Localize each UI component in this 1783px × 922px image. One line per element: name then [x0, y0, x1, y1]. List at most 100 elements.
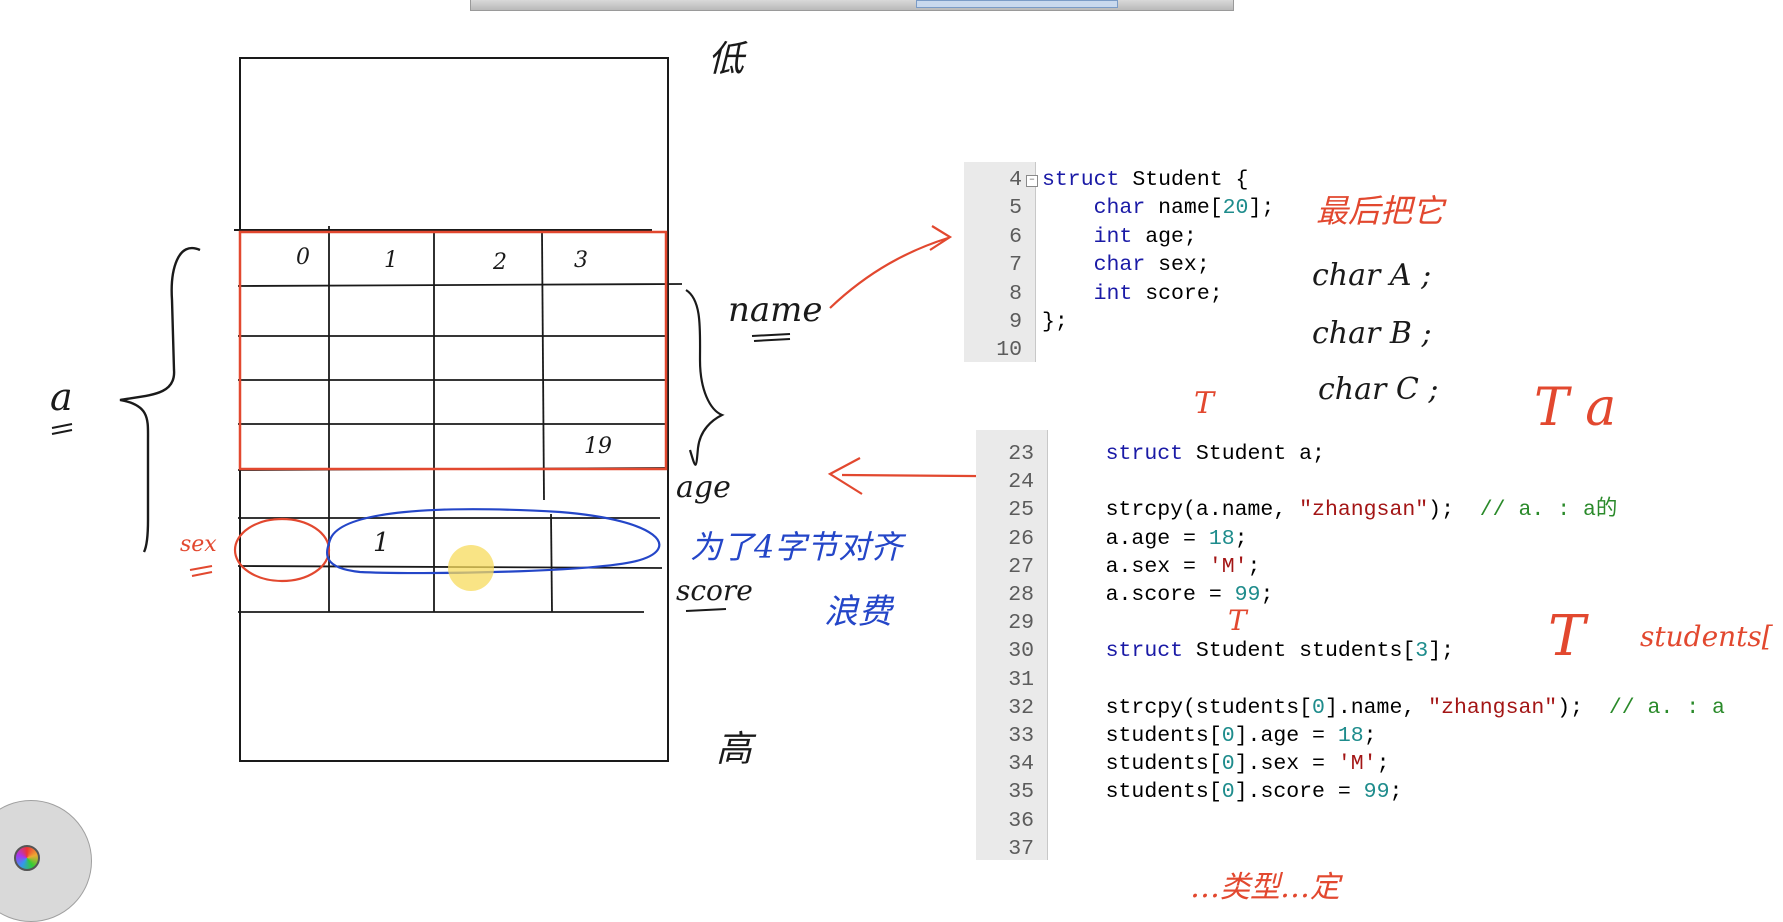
cursor-highlight — [448, 545, 494, 591]
code-text: int age; — [1042, 223, 1197, 251]
code-token: ); — [1557, 695, 1609, 720]
code-token: 0 — [1312, 695, 1325, 720]
code-token: 0 — [1221, 752, 1235, 777]
line-number: 23 — [1008, 442, 1034, 466]
byte-index-2: 2 — [493, 250, 507, 275]
code-token: ; — [1260, 583, 1274, 607]
waste-note: 浪费 — [824, 592, 892, 632]
code-token: ); — [1428, 498, 1480, 523]
bottom-address-label: 高 — [716, 729, 753, 770]
code-token: 0 — [1221, 724, 1235, 748]
byte-index-1: 1 — [384, 248, 398, 273]
code-token: 0 — [1221, 780, 1235, 805]
code-token: students[ — [1054, 752, 1222, 777]
line-number: 29 — [1008, 611, 1034, 636]
code-token: char — [1093, 253, 1146, 278]
code-text: strcpy(a.name, "zhangsan"); // a. : a的 — [1054, 496, 1618, 524]
code-token: a.sex = — [1054, 554, 1209, 579]
line-number: 26 — [1008, 526, 1034, 551]
students-note: students[ — [1640, 620, 1773, 653]
code-token: struct — [1105, 639, 1184, 664]
code-token: ].score = — [1234, 780, 1364, 805]
code-token: name[ — [1145, 196, 1223, 221]
code-token: ; — [1234, 526, 1248, 551]
char-a-note: char A ; — [1312, 258, 1432, 293]
line-number: 37 — [1008, 836, 1034, 861]
byte-index-19: 19 — [584, 434, 612, 459]
code-token: struct — [1105, 442, 1184, 466]
code-token: ]; — [1248, 196, 1275, 221]
code-token: students[ — [1054, 724, 1222, 748]
best-note: 最后把它 — [1316, 192, 1445, 230]
line-number: 9 — [1009, 310, 1022, 334]
score-field-label: score — [676, 574, 753, 607]
line-number: 31 — [1008, 667, 1034, 692]
fold-toggle-icon[interactable]: − — [1026, 175, 1038, 187]
sex-cell-value: 1 — [373, 528, 390, 558]
sex-field-label: sex — [180, 532, 217, 557]
code-token: ]; — [1428, 639, 1454, 664]
code-text: strcpy(students[0].name, "zhangsan"); //… — [1054, 694, 1725, 722]
code-token: struct — [1042, 168, 1120, 192]
memory-outer-rect — [239, 57, 669, 762]
code-token: ; — [1389, 780, 1403, 805]
code-token: ; — [1363, 724, 1377, 748]
alignment-note: 为了4字节对齐 — [690, 528, 903, 566]
code-token: int — [1093, 224, 1133, 249]
line-number: 35 — [1008, 780, 1034, 805]
line-number: 33 — [1008, 724, 1034, 748]
bottom-note: …类型…定 — [1190, 870, 1340, 905]
code-token: Student a; — [1183, 442, 1325, 466]
line-number: 7 — [1009, 253, 1022, 278]
code-token: 99 — [1363, 780, 1390, 805]
code-token: ; — [1247, 554, 1261, 579]
code-text: }; — [1042, 308, 1068, 336]
code-token: "zhangsan" — [1299, 498, 1429, 523]
code-token: 18 — [1208, 526, 1235, 551]
char-b-note: char B ; — [1312, 316, 1432, 351]
code-token: sex; — [1145, 253, 1210, 278]
line-number: 8 — [1009, 281, 1022, 306]
line-number: 5 — [1009, 196, 1022, 221]
line-number: 24 — [1008, 470, 1034, 495]
code-token: 'M' — [1208, 554, 1248, 579]
code-text: a.age = 18; — [1054, 525, 1248, 553]
code-text: students[0].age = 18; — [1054, 722, 1377, 750]
line-number: 6 — [1009, 224, 1022, 249]
code-token: a.score = — [1054, 583, 1235, 607]
code-token: char — [1093, 196, 1146, 221]
code-text: struct Student { — [1042, 166, 1248, 194]
line-number: 10 — [996, 338, 1022, 363]
line-number: 28 — [1008, 583, 1034, 607]
code-token: // a. : a — [1608, 695, 1725, 720]
code-token: ; — [1376, 752, 1390, 777]
byte-index-0: 0 — [296, 245, 310, 270]
code-token: age; — [1132, 224, 1197, 249]
color-wheel-icon[interactable] — [14, 845, 40, 871]
line-number: 25 — [1008, 498, 1034, 523]
code-text: struct Student a; — [1054, 440, 1325, 468]
code-text: struct Student students[3]; — [1054, 637, 1454, 665]
top-address-label: 低 — [708, 39, 745, 80]
byte-index-3: 3 — [574, 248, 588, 273]
top-toolbar[interactable] — [470, 0, 1234, 11]
code-text: a.sex = 'M'; — [1054, 553, 1261, 581]
age-field-label: age — [676, 470, 731, 505]
code-text: students[0].sex = 'M'; — [1054, 750, 1390, 778]
code-token: 'M' — [1337, 752, 1377, 777]
code-token: 3 — [1415, 639, 1429, 664]
code-token: Student students[ — [1183, 639, 1416, 664]
type-mark-t1: T — [1194, 386, 1215, 421]
zoom-slider[interactable] — [916, 0, 1118, 8]
code-token: a.age = — [1054, 526, 1209, 551]
line-number: 30 — [1008, 639, 1034, 664]
code-token: ].age = — [1234, 724, 1338, 748]
code-token: students[ — [1054, 780, 1222, 805]
code-token: strcpy(a.name, — [1054, 498, 1300, 523]
code-token: ].sex = — [1234, 752, 1338, 777]
